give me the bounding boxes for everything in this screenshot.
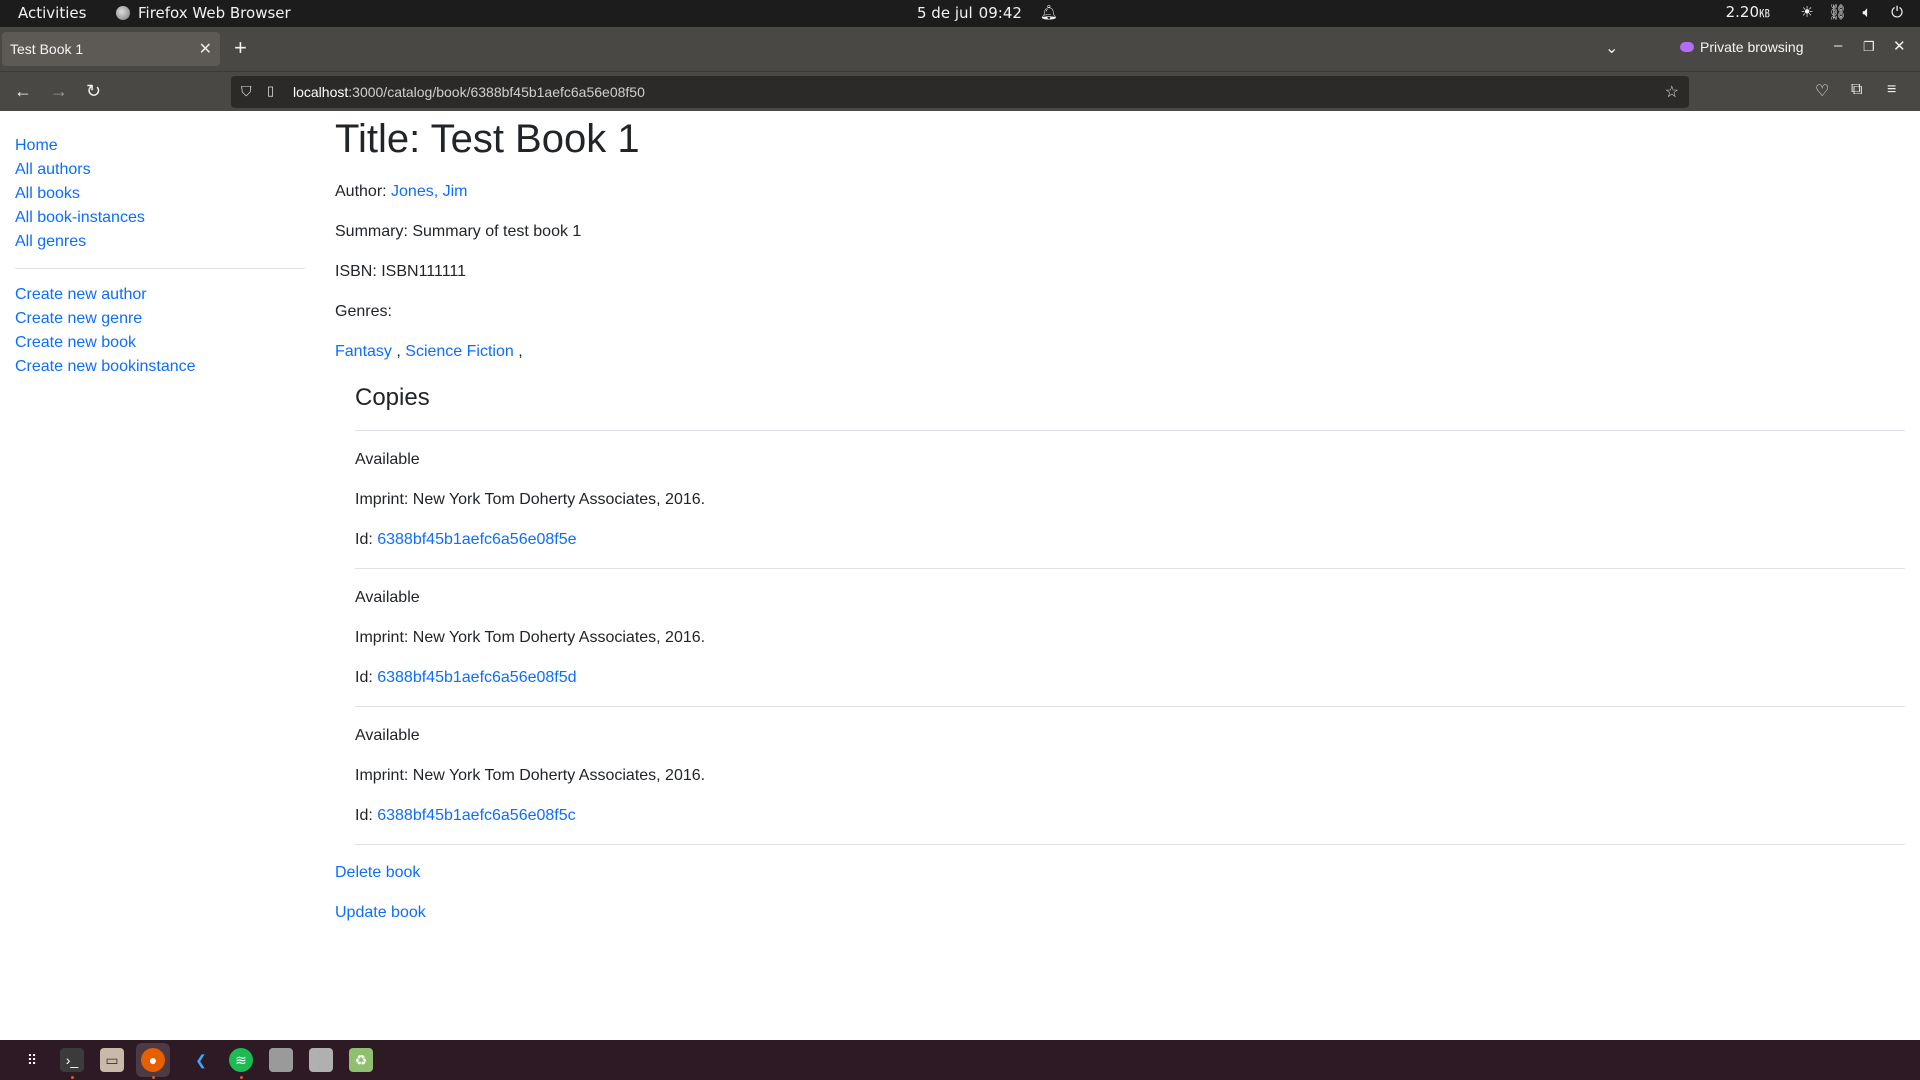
clock-date: 5 de jul (917, 4, 973, 22)
private-browsing-indicator: Private browsing (1680, 39, 1804, 55)
text-editor-icon[interactable] (309, 1048, 333, 1072)
url-text[interactable]: localhost:3000/catalog/book/6388bf45b1ae… (293, 84, 645, 100)
update-book-link[interactable]: Update book (335, 904, 426, 921)
pocket-icon[interactable]: ♡ (1815, 81, 1829, 101)
copy-status: Available (355, 589, 420, 606)
author-link[interactable]: Jones, Jim (391, 183, 467, 200)
files-icon[interactable]: ▭ (100, 1048, 124, 1072)
bookmark-star-icon[interactable]: ☆ (1665, 82, 1679, 102)
copies-heading: Copies (355, 384, 430, 411)
book-summary: Summary: Summary of test book 1 (335, 223, 582, 240)
page-icon[interactable]: ▯ (267, 83, 274, 99)
sidebar-link-create-author[interactable]: Create new author (15, 283, 305, 307)
copy-id: Id: 6388bf45b1aefc6a56e08f5e (355, 531, 577, 548)
sidebar-link-all-authors[interactable]: All authors (15, 158, 305, 182)
vscode-icon[interactable]: ❮ (189, 1048, 213, 1072)
copies-divider (355, 430, 1905, 431)
extensions-icon[interactable]: ⧉ (1851, 81, 1862, 99)
volume-icon: 🔈︎ (1862, 3, 1872, 21)
copy-id: Id: 6388bf45b1aefc6a56e08f5c (355, 807, 576, 824)
terminal-icon[interactable]: ›_ (60, 1048, 84, 1072)
activities-button[interactable]: Activities (18, 4, 86, 22)
genre-link-science-fiction[interactable]: Science Fiction (405, 343, 514, 360)
book-genres-label: Genres: (335, 303, 392, 320)
running-indicator (240, 1076, 243, 1079)
copy-divider (355, 844, 1905, 845)
copy-imprint: Imprint: New York Tom Doherty Associates… (355, 491, 706, 508)
private-browsing-label: Private browsing (1700, 39, 1804, 55)
copy-status: Available (355, 727, 420, 744)
copy-id-link[interactable]: 6388bf45b1aefc6a56e08f5d (377, 669, 576, 686)
app-menu-label: Firefox Web Browser (138, 4, 291, 22)
genre-link-fantasy[interactable]: Fantasy (335, 343, 392, 360)
running-indicator (152, 1076, 155, 1079)
bell-icon: 🔔︎ (1039, 5, 1058, 21)
copy-divider (355, 568, 1905, 569)
sidebar-link-all-books[interactable]: All books (15, 182, 305, 206)
copies-section: Copies Available Imprint: New York Tom D… (355, 382, 1905, 845)
copy-id-link[interactable]: 6388bf45b1aefc6a56e08f5c (377, 807, 575, 824)
url-bar[interactable]: ⛉ ▯ localhost:3000/catalog/book/6388bf45… (231, 76, 1689, 108)
delete-book-link[interactable]: Delete book (335, 864, 420, 881)
show-apps-grid-icon[interactable]: ⠿ (20, 1048, 44, 1072)
copy-id-link[interactable]: 6388bf45b1aefc6a56e08f5e (377, 531, 576, 548)
app-menu[interactable]: Firefox Web Browser (116, 4, 291, 22)
copy-item: Available Imprint: New York Tom Doherty … (355, 585, 1905, 707)
sidebar-link-all-book-instances[interactable]: All book-instances (15, 206, 305, 230)
new-tab-button[interactable]: + (234, 37, 247, 59)
network-icon: ⛓ (1828, 3, 1848, 21)
dock: ⠿ ›_ ▭ ● ❮ ≋ ♻ (0, 1040, 1920, 1080)
page-title: Title: Test Book 1 (335, 117, 640, 161)
sidebar-link-create-bookinstance[interactable]: Create new bookinstance (15, 355, 305, 379)
copy-divider (355, 706, 1905, 707)
tab-title: Test Book 1 (10, 41, 84, 57)
back-icon[interactable]: ← (14, 81, 32, 102)
sidebar-divider (15, 268, 305, 269)
sidebar-link-all-genres[interactable]: All genres (15, 230, 305, 254)
restore-icon[interactable]: ❐ (1863, 39, 1875, 55)
copy-id: Id: 6388bf45b1aefc6a56e08f5d (355, 669, 577, 686)
copy-imprint: Imprint: New York Tom Doherty Associates… (355, 767, 706, 784)
clock[interactable]: 5 de jul 09:42 🔔︎ (917, 4, 1058, 22)
spotify-icon[interactable]: ≋ (229, 1048, 253, 1072)
book-genres: Fantasy , Science Fiction , (335, 343, 523, 360)
page-content: Home All authors All books All book-inst… (0, 112, 1920, 1040)
power-icon: ⏻ (1891, 3, 1903, 21)
copy-status: Available (355, 451, 420, 468)
system-top-bar: Activities Firefox Web Browser 5 de jul … (0, 0, 1920, 27)
tab-strip: Test Book 1 ✕ + ⌄ Private browsing – ❐ ✕ (0, 27, 1920, 71)
system-tray[interactable]: 2.20㎅ ☀ ⛓ 🔈︎ ⏻ (1726, 3, 1906, 21)
forward-icon[interactable]: → (50, 81, 68, 102)
close-window-icon[interactable]: ✕ (1893, 37, 1906, 55)
sidebar: Home All authors All books All book-inst… (15, 134, 305, 379)
book-actions: Delete book Update book (335, 860, 1905, 925)
list-all-tabs-chevron-icon[interactable]: ⌄ (1605, 38, 1618, 58)
firefox-icon (116, 6, 130, 20)
shield-icon[interactable]: ⛉ (241, 83, 252, 100)
clock-time: 09:42 (978, 4, 1022, 22)
copy-item: Available Imprint: New York Tom Doherty … (355, 723, 1905, 845)
minimize-icon[interactable]: – (1834, 37, 1842, 54)
book-detail: Title: Test Book 1 Author: Jones, Jim Su… (335, 112, 1905, 925)
firefox-dock-icon[interactable]: ● (141, 1048, 165, 1072)
network-speed: 2.20㎅ (1725, 3, 1770, 21)
close-tab-icon[interactable]: ✕ (199, 39, 212, 59)
tab-test-book-1[interactable]: Test Book 1 ✕ (2, 32, 220, 66)
sidebar-link-create-book[interactable]: Create new book (15, 331, 305, 355)
private-mask-icon (1680, 42, 1694, 52)
copy-imprint: Imprint: New York Tom Doherty Associates… (355, 629, 706, 646)
trash-icon[interactable]: ♻ (349, 1048, 373, 1072)
navigation-toolbar: ← → ↻ ⛉ ▯ localhost:3000/catalog/book/63… (0, 71, 1920, 111)
book-isbn: ISBN: ISBN111111 (335, 263, 467, 280)
sidebar-link-home[interactable]: Home (15, 134, 305, 158)
app-icon[interactable] (269, 1048, 293, 1072)
menu-hamburger-icon[interactable]: ≡ (1887, 81, 1896, 99)
reload-icon[interactable]: ↻ (86, 81, 101, 102)
book-author: Author: Jones, Jim (335, 183, 468, 200)
running-indicator (71, 1076, 74, 1079)
copy-item: Available Imprint: New York Tom Doherty … (355, 447, 1905, 569)
sidebar-link-create-genre[interactable]: Create new genre (15, 307, 305, 331)
brightness-icon: ☀ (1800, 3, 1814, 21)
